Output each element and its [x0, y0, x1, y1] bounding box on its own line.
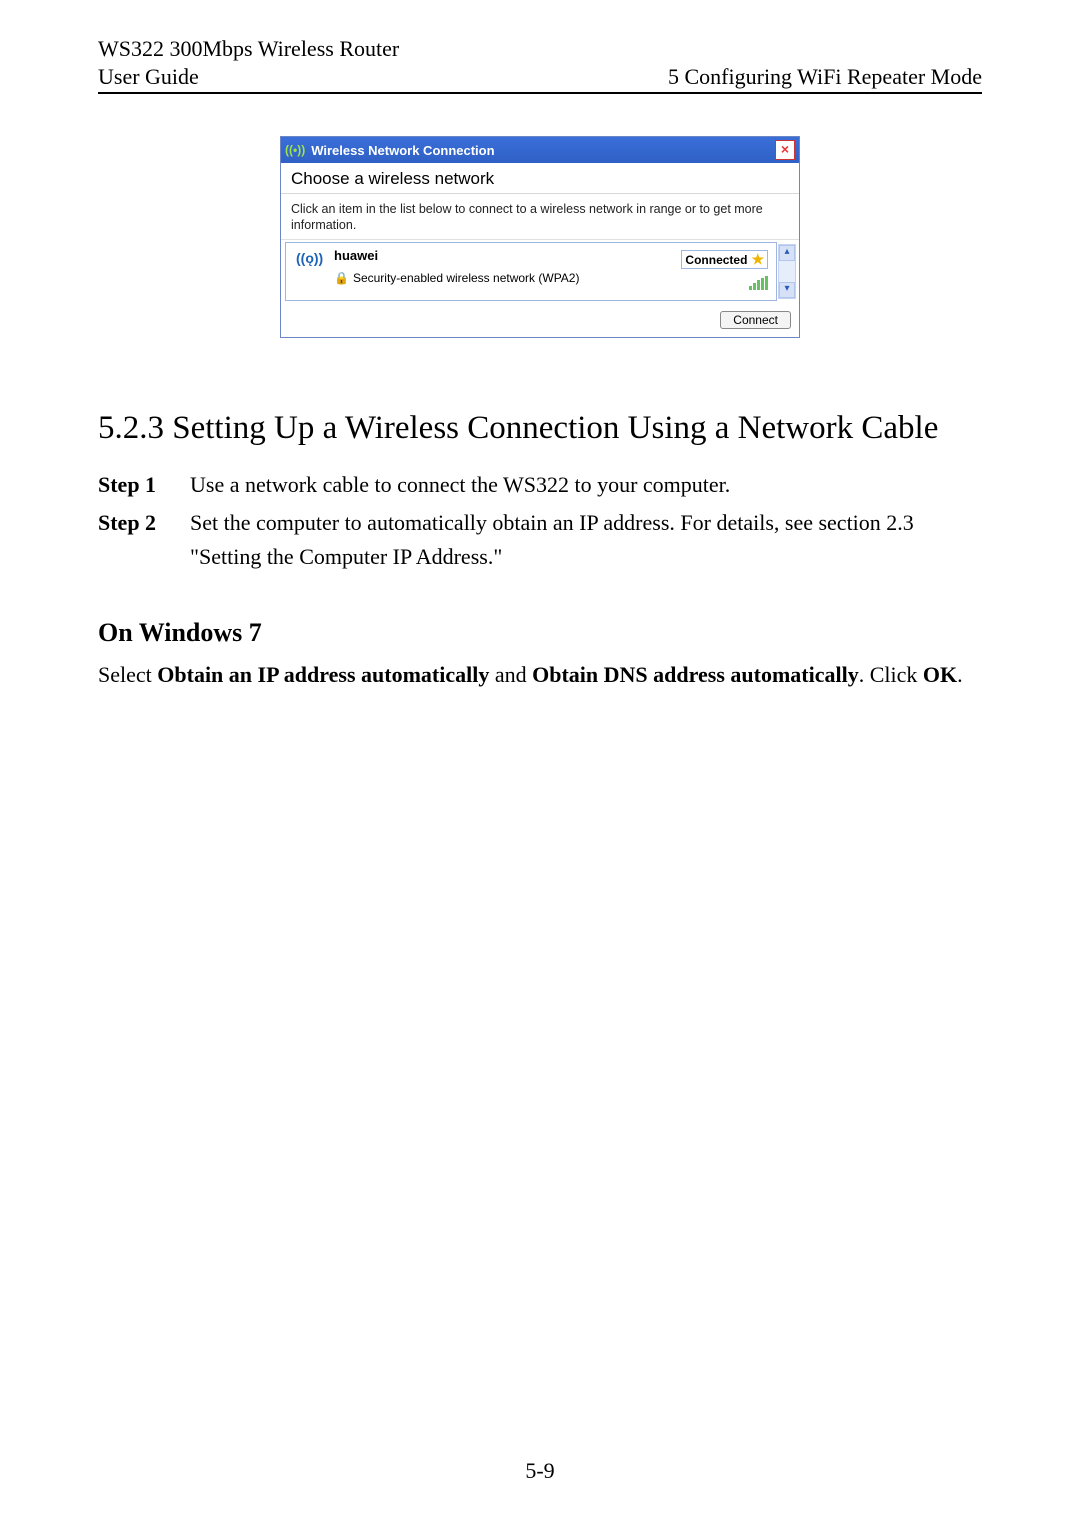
para-text: Select: [98, 662, 157, 687]
antenna-icon: ((ǫ)): [296, 248, 324, 266]
step2-label: Step 2: [98, 506, 190, 574]
scroll-up-icon[interactable]: ▴: [779, 245, 795, 261]
scrollbar[interactable]: ▴ ▾: [778, 244, 796, 299]
connected-badge: Connected ★: [681, 250, 768, 269]
header-chapter: 5 Configuring WiFi Repeater Mode: [668, 64, 982, 90]
page-number: 5-9: [0, 1458, 1080, 1484]
steps: Step 1 Use a network cable to connect th…: [98, 468, 982, 574]
scroll-down-icon[interactable]: ▾: [779, 282, 795, 298]
network-name: huawei: [334, 248, 681, 263]
section-heading: 5.2.3 Setting Up a Wireless Connection U…: [98, 408, 982, 449]
connect-button[interactable]: Connect: [720, 311, 791, 329]
para-text: and: [489, 662, 532, 687]
step2-body: Set the computer to automatically obtain…: [190, 506, 982, 574]
para-bold: OK: [923, 662, 957, 687]
lock-icon: 🔒: [334, 271, 349, 285]
para-text: .: [957, 662, 963, 687]
para-bold: Obtain DNS address automatically: [532, 662, 859, 687]
wireless-icon: ((•)): [285, 143, 305, 157]
paragraph: Select Obtain an IP address automaticall…: [98, 658, 982, 692]
step1-label: Step 1: [98, 468, 190, 502]
dialog-hint: Click an item in the list below to conne…: [281, 194, 799, 240]
step1-body: Use a network cable to connect the WS322…: [190, 468, 982, 502]
para-bold: Obtain an IP address automatically: [157, 662, 489, 687]
para-text: . Click: [859, 662, 923, 687]
header-product: WS322 300Mbps Wireless Router: [98, 36, 982, 62]
dialog-titlebar: ((•)) Wireless Network Connection ×: [281, 137, 799, 163]
close-icon[interactable]: ×: [775, 140, 795, 160]
network-list: ((ǫ)) huawei 🔒 Security-enabled wireless…: [281, 242, 799, 301]
wireless-dialog: ((•)) Wireless Network Connection × Choo…: [280, 136, 800, 338]
connected-label: Connected: [685, 253, 747, 267]
star-icon: ★: [751, 251, 764, 268]
signal-icon: [749, 276, 768, 290]
dialog-subtitle: Choose a wireless network: [281, 163, 799, 194]
network-security: Security-enabled wireless network (WPA2): [353, 271, 580, 285]
sub-heading: On Windows 7: [98, 618, 982, 648]
header-doc: User Guide: [98, 64, 199, 90]
network-item[interactable]: ((ǫ)) huawei 🔒 Security-enabled wireless…: [285, 242, 777, 301]
dialog-title-text: Wireless Network Connection: [311, 143, 775, 158]
